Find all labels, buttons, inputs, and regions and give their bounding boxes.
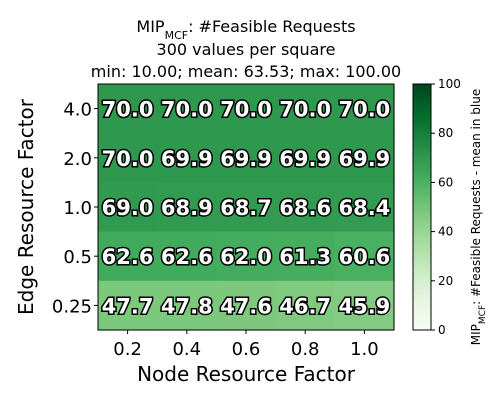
cell-value-label: 68.7 [220, 196, 272, 220]
colorbar-tick-label: 80 [438, 126, 453, 140]
cell-value-label: 70.0 [102, 147, 154, 171]
cell-value-label: 69.0 [102, 196, 154, 220]
cell-value-label: 47.6 [220, 294, 272, 318]
y-tick-label: 2.0 [63, 149, 92, 170]
x-tick-label: 1.0 [350, 339, 379, 360]
cell-value-label: 46.7 [279, 294, 331, 318]
cell-value-label: 70.0 [102, 98, 154, 122]
cell-value-label: 47.8 [161, 294, 213, 318]
y-tick-label: 1.0 [63, 198, 92, 219]
cell-value-label: 70.0 [161, 98, 213, 122]
colorbar [412, 83, 432, 331]
cell-value-label: 68.9 [161, 196, 213, 220]
cell-value-label: 70.0 [279, 98, 331, 122]
colorbar-tick-label: 40 [438, 225, 453, 239]
cell-value-label: 62.0 [220, 245, 272, 269]
y-tick-label: 4.0 [63, 100, 92, 121]
cell-value-label: 69.9 [220, 147, 272, 171]
y-tick-label: 0.5 [63, 247, 92, 268]
colorbar-tick-label: 60 [438, 175, 453, 189]
colorbar-label: MIPMCF: #Feasible Requests - mean in blu… [469, 89, 488, 346]
chart-title-line: MIPMCF: #Feasible Requests [136, 17, 355, 42]
cell-value-label: 62.6 [161, 245, 213, 269]
cell-value-label: 70.0 [220, 98, 272, 122]
cell-value-label: 68.6 [279, 196, 331, 220]
cell-value-label: 47.7 [102, 294, 154, 318]
x-tick-label: 0.8 [291, 339, 320, 360]
cell-value-label: 62.6 [102, 245, 154, 269]
cell-value-label: 45.9 [338, 294, 390, 318]
chart-title-line: 300 values per square [157, 40, 336, 59]
cell-value-label: 60.6 [338, 245, 390, 269]
cell-value-label: 69.9 [161, 147, 213, 171]
x-tick-label: 0.2 [113, 339, 142, 360]
cell-value-label: 69.9 [279, 147, 331, 171]
colorbar-tick-label: 20 [438, 274, 453, 288]
cell-value-label: 69.9 [338, 147, 390, 171]
colorbar-tick-label: 0 [438, 323, 446, 337]
x-tick-label: 0.6 [232, 339, 261, 360]
cell-value-label: 61.3 [279, 245, 331, 269]
heatmap-chart: MIPMCF: #Feasible Requests300 values per… [14, 17, 488, 386]
x-tick-label: 0.4 [172, 339, 201, 360]
chart-title-line: min: 10.00; mean: 63.53; max: 100.00 [91, 62, 401, 81]
colorbar-tick-label: 100 [438, 77, 461, 91]
y-axis-label: Edge Resource Factor [14, 98, 38, 315]
cell-value-label: 68.4 [338, 196, 390, 220]
y-tick-label: 0.25 [52, 296, 92, 317]
x-axis-label: Node Resource Factor [137, 362, 356, 386]
cell-value-label: 70.0 [338, 98, 390, 122]
